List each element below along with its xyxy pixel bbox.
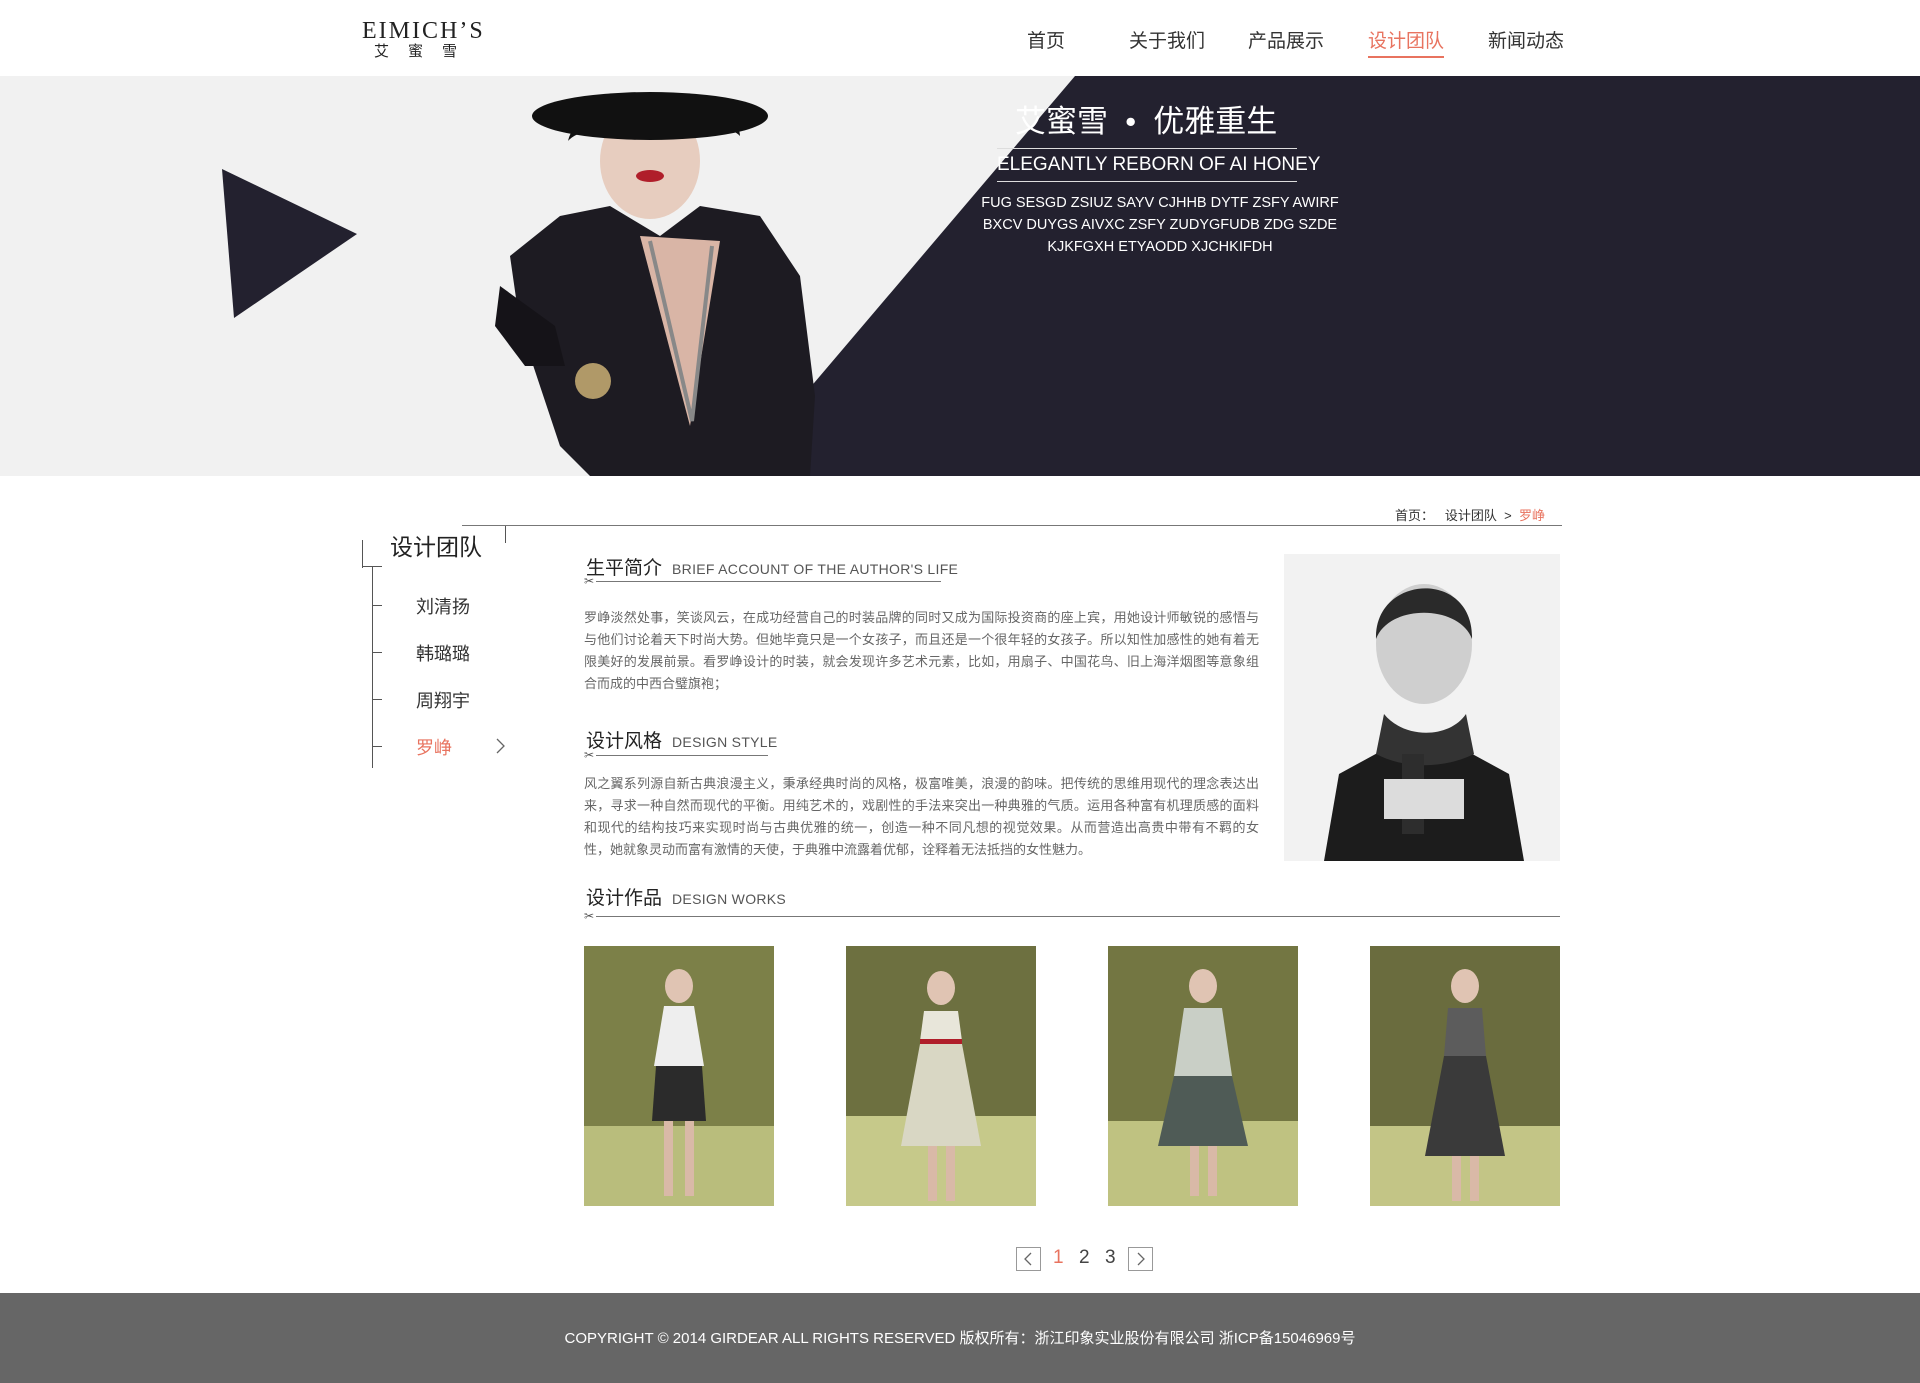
style-text: 风之翼系列源自新古典浪漫主义，秉承经典时尚的风格，极富唯美，浪漫的韵味。把传统的… [584, 776, 1259, 857]
breadcrumb-section[interactable]: 设计团队 [1445, 508, 1497, 523]
sidebar-tick [372, 605, 382, 606]
sidebar-tick [372, 746, 382, 747]
designer-portrait [1284, 554, 1560, 861]
page-1[interactable]: 1 [1053, 1247, 1064, 1269]
banner-text-line: BXCV DUYGS AIVXC ZSFY ZUDYGFUDB ZDG SZDE [982, 217, 1338, 233]
style-underline [596, 755, 768, 756]
banner-title: 艾蜜雪 • 优雅重生 [1015, 104, 1278, 139]
breadcrumb-current: 罗峥 [1518, 508, 1545, 523]
banner-text-line: KJKFGXH ETYAODD XJCHKIFDH [1047, 239, 1273, 255]
works-title-cn: 设计作品 [586, 888, 663, 909]
works-title-en: DESIGN WORKS [672, 891, 787, 907]
sidebar-item-zhou[interactable]: 周翔宇 [416, 687, 470, 713]
works-title: 设计作品 DESIGN WORKS [586, 883, 786, 910]
design-work-image[interactable] [584, 946, 774, 1206]
style-title-en: DESIGN STYLE [672, 734, 778, 750]
style-title: 设计风格 DESIGN STYLE [586, 726, 778, 753]
breadcrumb-home[interactable]: 首页： [1395, 508, 1434, 523]
scissors-icon: ✂ [584, 748, 595, 762]
breadcrumb-separator-icon: > [1500, 508, 1516, 523]
logo-cn: 艾蜜雪 [374, 43, 477, 60]
banner [0, 76, 1920, 476]
sidebar-tick [372, 652, 382, 653]
bio-title: 生平简介 BRIEF ACCOUNT OF THE AUTHOR'S LIFE [586, 553, 958, 580]
page-3[interactable]: 3 [1105, 1247, 1116, 1269]
chevron-right-icon [1137, 1252, 1145, 1266]
sidebar-title: 设计团队 [390, 534, 482, 560]
nav-about[interactable]: 关于我们 [1129, 26, 1205, 53]
divider-tick [505, 526, 506, 543]
bio-text: 罗峥淡然处事，笑谈风云，在成功经营自己的时装品牌的同时又成为国际投资商的座上宾，… [584, 610, 1259, 691]
nav-design-team[interactable]: 设计团队 [1368, 26, 1445, 58]
sidebar-line [372, 566, 373, 768]
bio-title-en: BRIEF ACCOUNT OF THE AUTHOR'S LIFE [672, 561, 959, 577]
scissors-icon: ✂ [584, 574, 595, 588]
banner-text-line: FUG SESGD ZSIUZ SAYV CJHHB DYTF ZSFY AWI… [981, 195, 1339, 211]
sidebar-bracket [362, 540, 363, 568]
scissors-icon: ✂ [584, 909, 595, 923]
design-work-image[interactable] [1370, 946, 1560, 1206]
nav-home[interactable]: 首页 [1027, 26, 1065, 53]
play-triangle-icon [222, 169, 357, 318]
banner-graphic [222, 76, 1920, 476]
prev-page-button[interactable] [1016, 1247, 1041, 1271]
header [0, 0, 1920, 76]
model-figure-illustration [495, 92, 815, 476]
style-title-cn: 设计风格 [586, 731, 663, 752]
works-underline [596, 916, 1560, 917]
chevron-left-icon [1024, 1252, 1032, 1266]
logo[interactable]: EIMICH’S 艾蜜雪 [362, 18, 497, 62]
sidebar-item-han[interactable]: 韩璐璐 [416, 640, 470, 666]
nav-news[interactable]: 新闻动态 [1488, 26, 1564, 53]
footer-copyright: COPYRIGHT © 2014 GIRDEAR ALL RIGHTS RESE… [564, 1330, 1356, 1347]
next-page-button[interactable] [1128, 1247, 1153, 1271]
bio-underline [596, 581, 941, 582]
bio-title-cn: 生平简介 [586, 558, 663, 579]
design-work-image[interactable] [1108, 946, 1298, 1206]
breadcrumb: 首页： 设计团队 > 罗峥 [1395, 505, 1545, 524]
banner-subtitle: ELEGANTLY REBORN OF AI HONEY [997, 148, 1320, 182]
sidebar-item-luo[interactable]: 罗峥 [416, 734, 452, 760]
page-2[interactable]: 2 [1079, 1247, 1090, 1269]
chevron-right-icon [496, 738, 505, 754]
nav-products[interactable]: 产品展示 [1248, 26, 1324, 53]
sidebar-tick [372, 699, 382, 700]
content-divider [462, 525, 1562, 526]
design-work-image[interactable] [846, 946, 1036, 1206]
sidebar-item-liu[interactable]: 刘清扬 [416, 593, 470, 619]
